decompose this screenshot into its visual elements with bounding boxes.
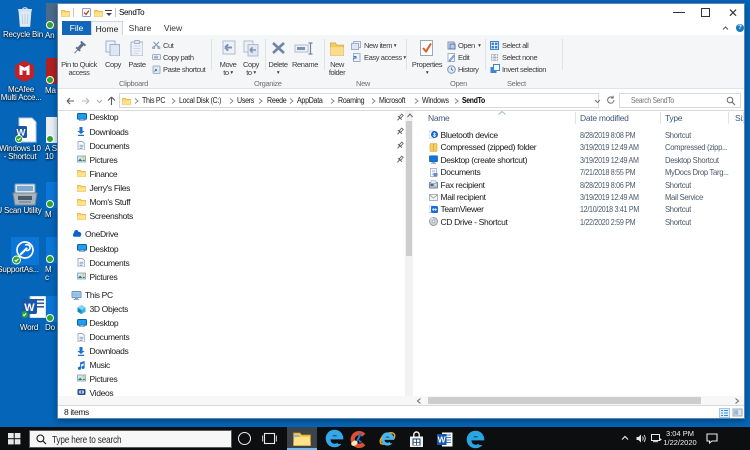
svg-text:W: W — [438, 435, 447, 445]
